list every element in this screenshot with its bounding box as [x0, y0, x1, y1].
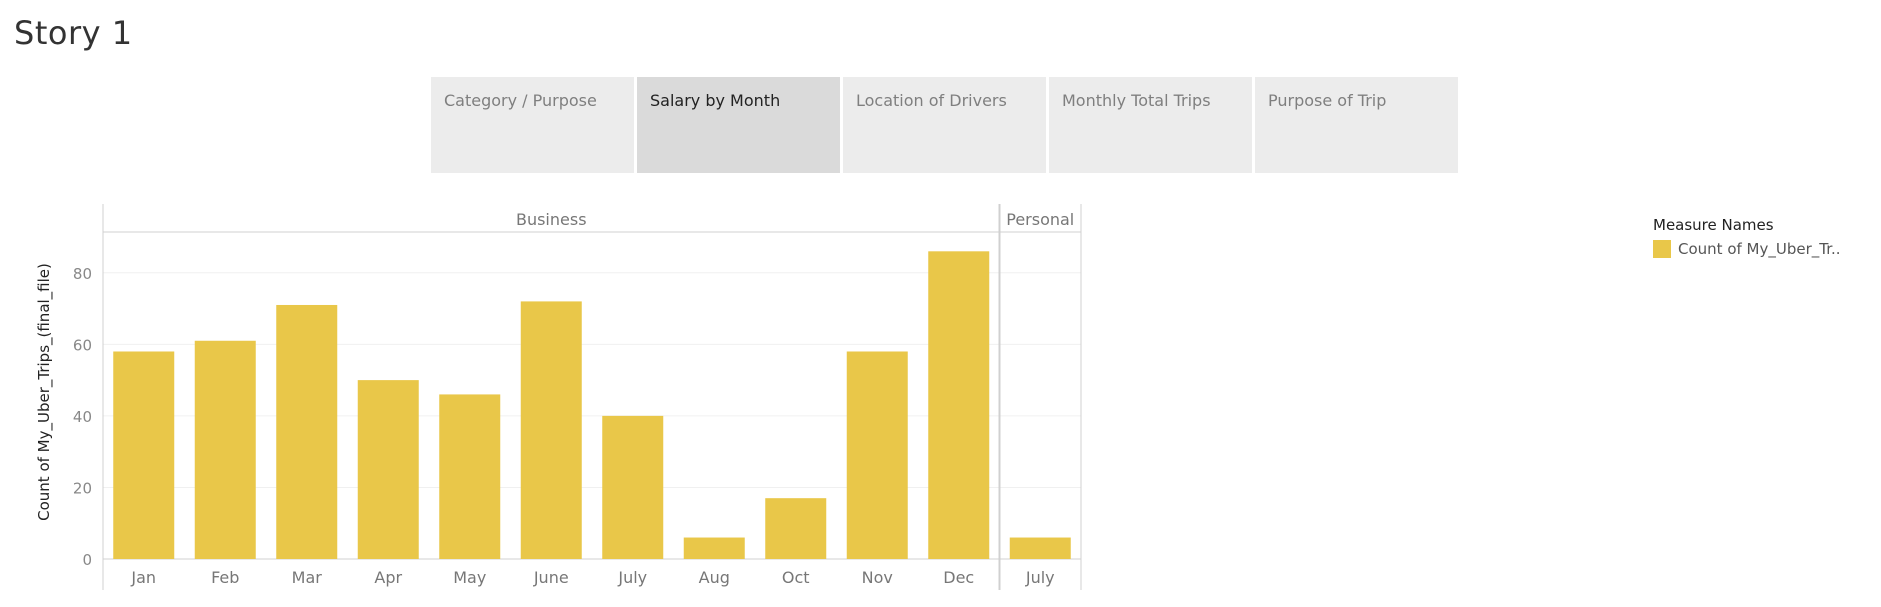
bar	[765, 498, 827, 559]
legend-title: Measure Names	[1653, 216, 1774, 234]
legend-item-label: Count of My_Uber_Tr..	[1678, 240, 1841, 258]
bar-chart: 0 20 40 60 80 Business Jan Feb Mar Apr May June July…	[73, 204, 1082, 590]
bar	[928, 251, 990, 560]
legend-swatch	[1653, 240, 1671, 258]
y-tick-label: 20	[73, 479, 92, 497]
x-tick-label: Apr	[374, 568, 402, 587]
bar	[357, 380, 419, 559]
legend: Measure Names Count of My_Uber_Tr..	[1653, 216, 1841, 258]
x-tick-label: Feb	[211, 568, 239, 587]
bar	[439, 394, 501, 559]
panel-header-label: Business	[516, 210, 587, 229]
bar	[846, 351, 908, 559]
x-tick-label: Nov	[862, 568, 893, 587]
bar	[194, 340, 256, 559]
x-tick-label: July	[617, 568, 647, 587]
bar	[1009, 537, 1071, 559]
x-tick-label: May	[453, 568, 486, 587]
bar	[276, 304, 338, 559]
x-tick-label: Aug	[699, 568, 730, 587]
y-tick-label: 80	[73, 265, 92, 283]
y-tick-label: 0	[82, 551, 92, 569]
bar	[520, 301, 582, 559]
bar	[113, 351, 175, 559]
x-tick-label: July	[1025, 568, 1055, 587]
panel-header-label: Personal	[1006, 210, 1074, 229]
x-tick-label: June	[533, 568, 569, 587]
x-tick-label: Dec	[943, 568, 974, 587]
y-tick-label: 40	[73, 408, 92, 426]
bar	[683, 537, 745, 559]
legend-item[interactable]: Count of My_Uber_Tr..	[1653, 240, 1841, 258]
bar	[602, 415, 664, 559]
y-tick-label: 60	[73, 336, 92, 354]
x-tick-label: Mar	[292, 568, 323, 587]
x-tick-label: Jan	[130, 568, 156, 587]
x-tick-label: Oct	[782, 568, 810, 587]
